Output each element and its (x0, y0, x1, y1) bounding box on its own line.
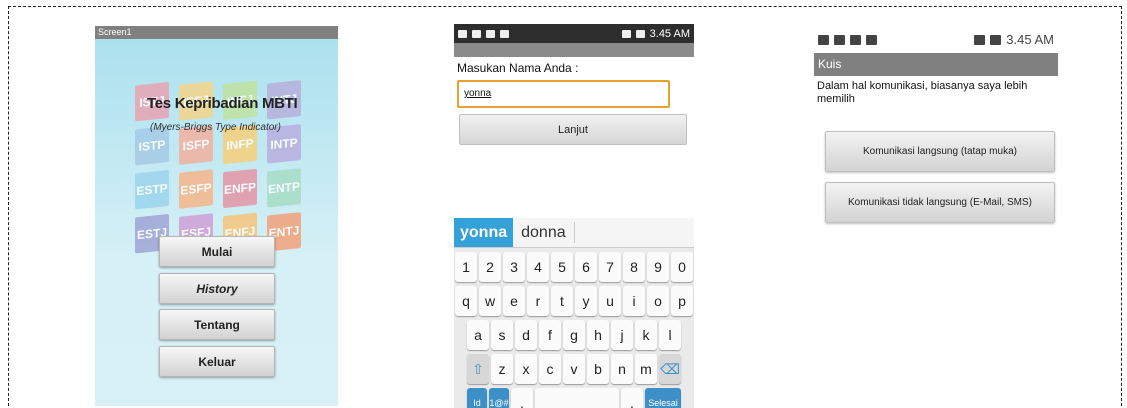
key-h[interactable]: h (587, 320, 609, 350)
battery-icon (990, 34, 1002, 45)
signal-icon (974, 34, 986, 45)
status-bar: 3.45 AM (814, 26, 1058, 53)
key-j[interactable]: j (611, 320, 633, 350)
space-key[interactable]: ⎵ (535, 388, 619, 408)
screen2-phone: 3.45 AM Masukan Nama Anda : yonna Lanjut… (454, 24, 694, 408)
key-r[interactable]: r (527, 286, 549, 316)
notification-icon (458, 29, 467, 38)
key-n[interactable]: n (611, 354, 633, 384)
key-row-qwerty: qwertyuiop (454, 286, 694, 316)
status-bar: 3.45 AM (454, 24, 694, 43)
backspace-key[interactable]: ⌫ (659, 354, 681, 384)
key-5[interactable]: 5 (551, 252, 573, 282)
key-u[interactable]: u (599, 286, 621, 316)
screen1-titlebar: Screen1 (95, 26, 338, 39)
mbti-tile: ESTP (135, 169, 169, 210)
key-t[interactable]: t (551, 286, 573, 316)
option-1-button[interactable]: Komunikasi langsung (tatap muka) (825, 131, 1055, 172)
key-p[interactable]: p (671, 286, 693, 316)
key-i[interactable]: i (623, 286, 645, 316)
mail-icon (850, 34, 861, 45)
key-g[interactable]: g (563, 320, 585, 350)
key-z[interactable]: z (491, 354, 513, 384)
notification-icon (818, 34, 829, 45)
suggestion-bar: yonna donna (454, 218, 694, 248)
mbti-tile: ENFP (223, 168, 257, 209)
name-label: Masukan Nama Anda : (457, 61, 579, 75)
key-row-bottom: Id 1@# , ⎵ . Selesai (454, 388, 694, 408)
status-time: 3.45 AM (1006, 32, 1054, 47)
mbti-tile: ESFP (179, 169, 213, 209)
suggestion-item[interactable]: yonna (454, 218, 514, 247)
key-s[interactable]: s (491, 320, 513, 350)
shift-key[interactable]: ⇧ (467, 354, 489, 384)
screen3-phone: 3.45 AM Kuis Dalam hal komunikasi, biasa… (814, 26, 1058, 226)
keluar-button[interactable]: Keluar (159, 346, 275, 377)
key-w[interactable]: w (479, 286, 501, 316)
comma-key[interactable]: , (511, 388, 533, 408)
app-title: Tes Kepribadian MBTI (147, 95, 298, 112)
battery-icon (635, 29, 645, 38)
key-q[interactable]: q (455, 286, 477, 316)
period-key[interactable]: . (621, 388, 643, 408)
key-a[interactable]: a (467, 320, 489, 350)
key-6[interactable]: 6 (575, 252, 597, 282)
screen1-phone: Screen1 ISTJ ISFJ INFJ INTJ ISTP ISFP INFP INTP… (95, 26, 338, 406)
done-key[interactable]: Selesai (645, 388, 681, 408)
key-e[interactable]: e (503, 286, 525, 316)
key-row-numbers: 1234567890 (454, 252, 694, 282)
chat-icon (500, 29, 509, 38)
language-key[interactable]: Id (467, 388, 487, 408)
suggestion-item[interactable]: donna (513, 222, 575, 243)
status-time: 3.45 AM (649, 27, 690, 40)
question-text: Dalam hal komunikasi, biasanya saya lebi… (817, 80, 1028, 105)
app-subtitle: (Myers-Briggs Type Indicator) (150, 122, 281, 133)
key-b[interactable]: b (587, 354, 609, 384)
key-v[interactable]: v (563, 354, 585, 384)
message-icon (834, 34, 845, 45)
key-1[interactable]: 1 (455, 252, 477, 282)
key-4[interactable]: 4 (527, 252, 549, 282)
key-l[interactable]: l (659, 320, 681, 350)
tentang-button[interactable]: Tentang (159, 309, 275, 340)
option-2-button[interactable]: Komunikasi tidak langsung (E-Mail, SMS) (825, 182, 1055, 223)
key-f[interactable]: f (539, 320, 561, 350)
key-o[interactable]: o (647, 286, 669, 316)
key-7[interactable]: 7 (599, 252, 621, 282)
key-3[interactable]: 3 (503, 252, 525, 282)
key-2[interactable]: 2 (479, 252, 501, 282)
key-d[interactable]: d (515, 320, 537, 350)
key-x[interactable]: x (515, 354, 537, 384)
mbti-tile: ENTP (267, 168, 301, 208)
key-k[interactable]: k (635, 320, 657, 350)
key-0[interactable]: 0 (671, 252, 693, 282)
key-8[interactable]: 8 (623, 252, 645, 282)
soft-keyboard: yonna donna 1234567890 qwertyuiop asdfgh… (454, 218, 694, 408)
lanjut-button[interactable]: Lanjut (459, 114, 687, 145)
key-row-asdf: asdfghjkl (454, 320, 694, 350)
key-y[interactable]: y (575, 286, 597, 316)
mulai-button[interactable]: Mulai (159, 236, 275, 267)
message-icon (472, 29, 481, 38)
symbols-key[interactable]: 1@# (489, 388, 509, 408)
chat-icon (866, 34, 877, 45)
mail-icon (486, 29, 495, 38)
name-input[interactable]: yonna (457, 80, 670, 108)
title-bar (454, 43, 694, 57)
key-row-zxcv: ⇧ z x c v b n m ⌫ (454, 354, 694, 384)
key-c[interactable]: c (539, 354, 561, 384)
kuis-titlebar: Kuis (814, 53, 1058, 76)
key-m[interactable]: m (635, 354, 657, 384)
key-9[interactable]: 9 (647, 252, 669, 282)
history-button[interactable]: History (159, 273, 275, 304)
signal-icon (621, 29, 631, 38)
